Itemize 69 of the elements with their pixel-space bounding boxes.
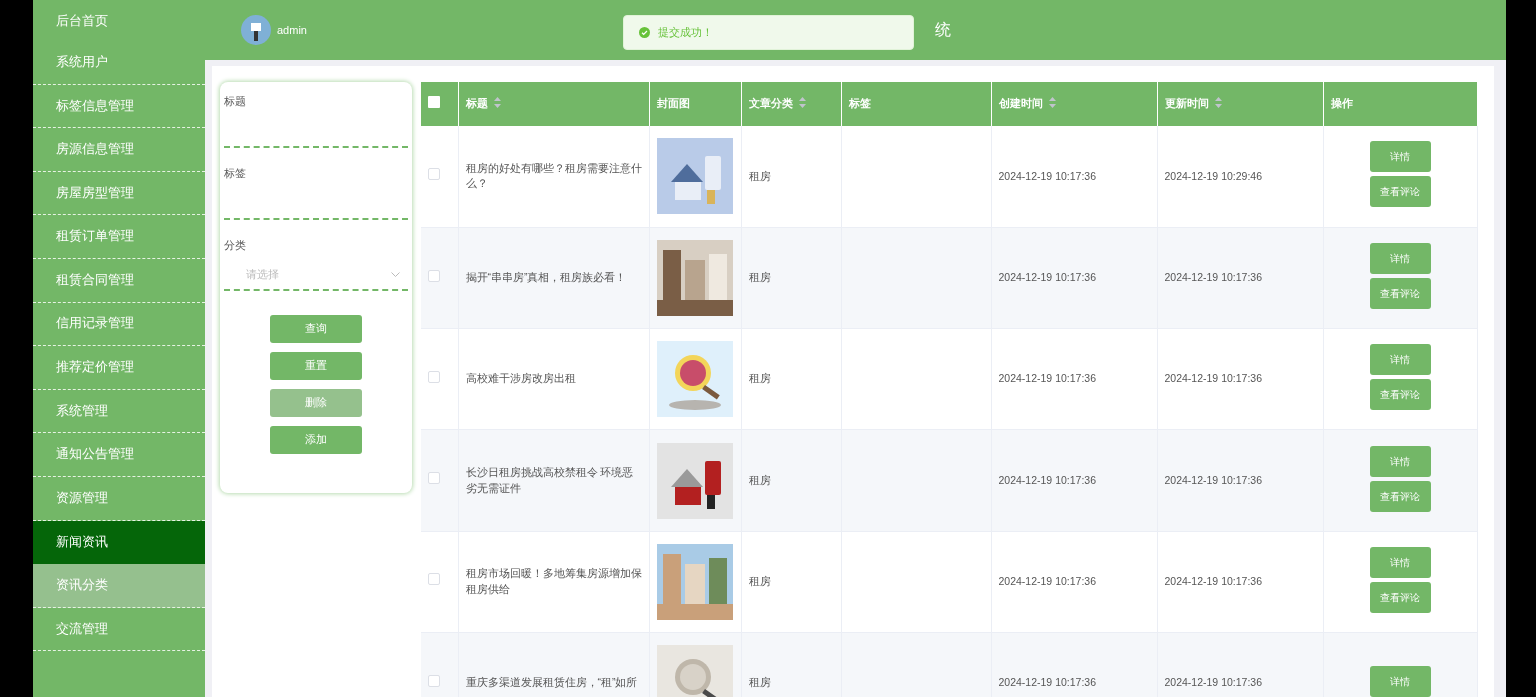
- category-text: 租房: [748, 676, 771, 689]
- check-circle-icon: [639, 27, 650, 38]
- updated-time: 2024-12-19 10:17:36: [1164, 574, 1262, 587]
- column-header: 封面图: [656, 97, 690, 110]
- column-header: 更新时间: [1164, 97, 1209, 110]
- sort-icon[interactable]: [494, 97, 502, 109]
- category-text: 租房: [748, 473, 771, 486]
- view-comments-button[interactable]: 查看评论: [1369, 379, 1431, 411]
- system-title: 统: [934, 20, 951, 40]
- created-time: 2024-12-19 10:17:36: [998, 676, 1096, 689]
- row-checkbox[interactable]: [428, 168, 440, 180]
- sidebar-item[interactable]: 资讯分类: [33, 564, 205, 608]
- details-button[interactable]: 详情: [1369, 546, 1431, 578]
- article-title: 租房的好处有哪些？租房需要注意什么？: [465, 161, 642, 190]
- column-header: 操作: [1330, 97, 1353, 110]
- row-checkbox[interactable]: [428, 269, 440, 282]
- category-text: 租房: [748, 372, 771, 385]
- row-checkbox[interactable]: [428, 370, 440, 383]
- details-button[interactable]: 详情: [1369, 141, 1431, 173]
- created-time: 2024-12-19 10:17:36: [998, 574, 1096, 587]
- column-header: 创建时间: [998, 97, 1043, 110]
- category-text: 租房: [748, 169, 771, 182]
- created-time: 2024-12-19 10:17:36: [998, 271, 1096, 284]
- article-title: 长沙日租房挑战高校禁租令 环境恶劣无需证件: [465, 465, 634, 494]
- updated-time: 2024-12-19 10:17:36: [1164, 676, 1262, 689]
- select-field[interactable]: 请选择: [224, 261, 408, 292]
- details-button[interactable]: 详情: [1369, 242, 1431, 274]
- created-time: 2024-12-19 10:17:36: [998, 473, 1096, 486]
- sort-icon[interactable]: [1215, 97, 1223, 109]
- category-text: 租房: [748, 271, 771, 284]
- search-panel-button[interactable]: 添加: [270, 426, 362, 455]
- sort-icon[interactable]: [1049, 97, 1057, 109]
- view-comments-button[interactable]: 查看评论: [1369, 581, 1431, 613]
- field-label: 标题: [224, 94, 247, 109]
- username[interactable]: admin: [277, 21, 307, 39]
- view-comments-button[interactable]: 查看评论: [1369, 277, 1431, 309]
- sidebar-item[interactable]: 后台首页: [33, 0, 205, 41]
- column-header: 标签: [848, 97, 871, 110]
- updated-time: 2024-12-19 10:17:36: [1164, 372, 1262, 385]
- search-panel-button[interactable]: 重置: [270, 352, 362, 381]
- details-button[interactable]: 详情: [1369, 344, 1431, 376]
- article-title: 重庆多渠道发展租赁住房，“租”如所: [465, 676, 638, 689]
- row-checkbox[interactable]: [428, 573, 440, 586]
- article-title: 揭开“串串房”真相，租房族必看！: [465, 271, 627, 284]
- updated-time: 2024-12-19 10:29:46: [1164, 169, 1262, 182]
- article-title: 租房市场回暖！多地筹集房源增加保租房供给: [465, 567, 642, 595]
- row-checkbox[interactable]: [428, 674, 440, 687]
- row-checkbox[interactable]: [428, 472, 440, 485]
- article-title: 高校难干涉房改房出租: [465, 372, 576, 385]
- column-header: 标题: [465, 97, 488, 110]
- field-label: 标签: [224, 165, 247, 181]
- toast-message: 提交成功！: [623, 15, 914, 50]
- details-button[interactable]: 详情: [1369, 445, 1431, 477]
- details-button[interactable]: 详情: [1369, 665, 1431, 697]
- view-comments-button[interactable]: 查看评论: [1369, 176, 1431, 208]
- avatar-icon: [241, 15, 271, 45]
- sort-icon[interactable]: [799, 97, 807, 109]
- created-time: 2024-12-19 10:17:36: [998, 372, 1096, 385]
- view-comments-button[interactable]: 查看评论: [1369, 480, 1431, 512]
- search-panel-button[interactable]: 查询: [270, 315, 362, 344]
- select-all-checkbox[interactable]: [428, 95, 440, 108]
- category-text: 租房: [748, 574, 771, 587]
- created-time: 2024-12-19 10:17:36: [998, 169, 1096, 182]
- column-header: 文章分类: [748, 97, 793, 110]
- field-label: 分类: [224, 237, 247, 253]
- updated-time: 2024-12-19 10:17:36: [1164, 473, 1262, 486]
- updated-time: 2024-12-19 10:17:36: [1164, 271, 1262, 284]
- chevron-down-icon: [391, 272, 400, 279]
- sidebar-item[interactable]: 新闻资讯: [33, 520, 205, 565]
